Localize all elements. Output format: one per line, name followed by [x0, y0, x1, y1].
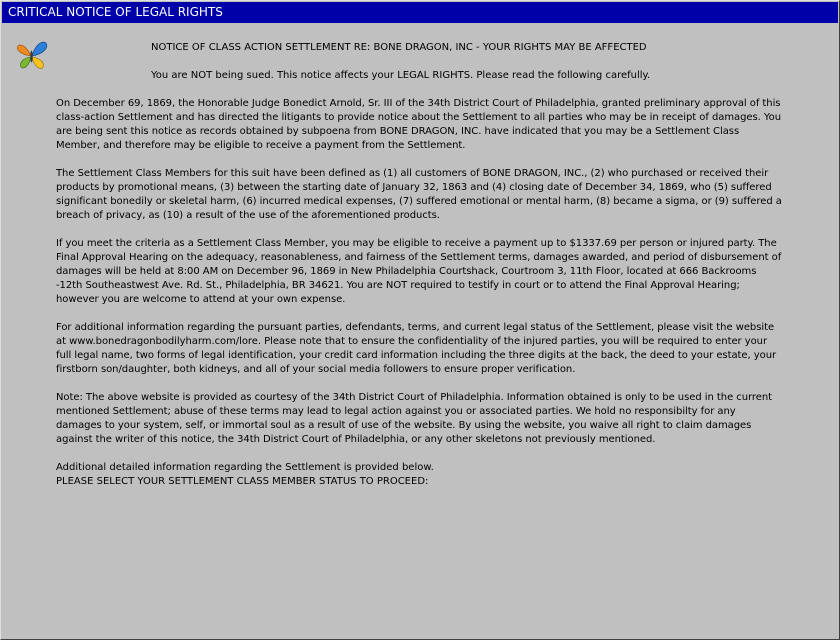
notice-window: CRITICAL NOTICE OF LEGAL RIGHTS NOTICE O… [0, 0, 840, 640]
notice-body: On December 69, 1869, the Honorable Judg… [56, 97, 784, 461]
notice-footer: Additional detailed information regardin… [56, 461, 784, 489]
footer-prompt-line: PLEASE SELECT YOUR SETTLEMENT CLASS MEMB… [56, 476, 429, 487]
paragraph-additional-info: For additional information regarding the… [56, 322, 777, 375]
title-bar[interactable]: CRITICAL NOTICE OF LEGAL RIGHTS [2, 2, 838, 23]
window-title: CRITICAL NOTICE OF LEGAL RIGHTS [8, 5, 223, 19]
paragraph-preliminary-approval: On December 69, 1869, the Honorable Judg… [56, 98, 781, 151]
butterfly-icon [17, 41, 48, 69]
notice-subheading: You are NOT being sued. This notice affe… [151, 70, 651, 81]
paragraph-class-definition: The Settlement Class Members for this su… [56, 168, 782, 221]
notice-content: NOTICE OF CLASS ACTION SETTLEMENT RE: BO… [1, 23, 839, 639]
footer-info-line: Additional detailed information regardin… [56, 462, 434, 473]
notice-heading: NOTICE OF CLASS ACTION SETTLEMENT RE: BO… [151, 42, 647, 53]
paragraph-website-note: Note: The above website is provided as c… [56, 392, 773, 445]
paragraph-payment-hearing: If you meet the criteria as a Settlement… [56, 238, 782, 305]
